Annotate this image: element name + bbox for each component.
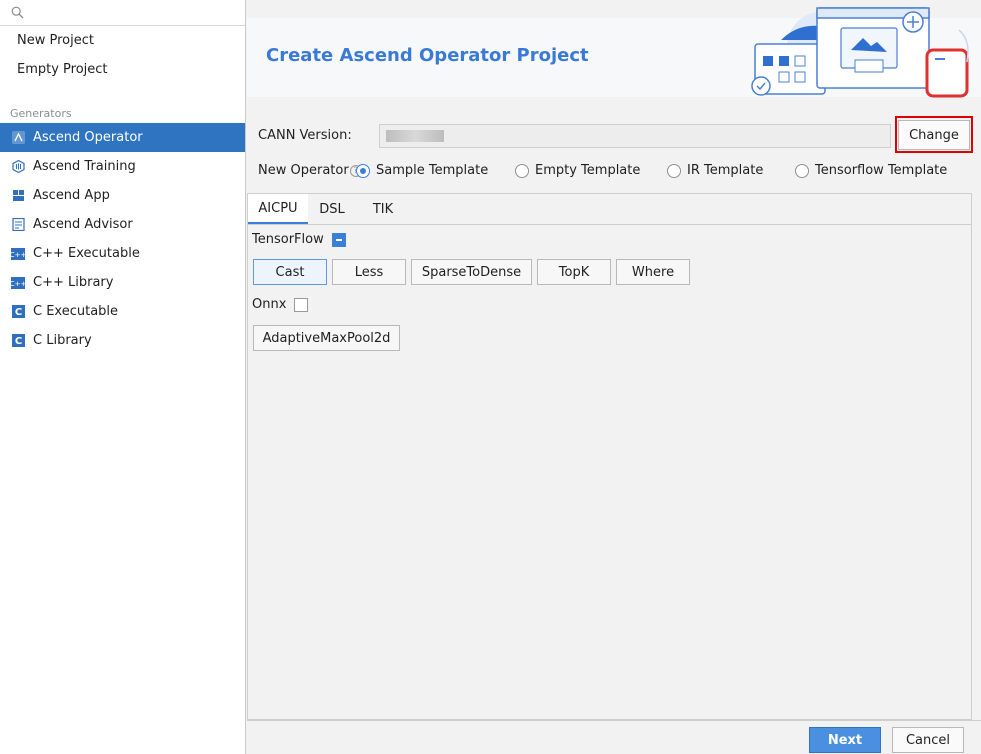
tab-content-aicpu: TensorFlow Cast Less SparseToDense TopK … bbox=[248, 225, 971, 719]
cpp-icon: C++ bbox=[11, 276, 25, 290]
group-tensorflow: TensorFlow bbox=[252, 232, 346, 247]
new-project-item[interactable]: New Project bbox=[0, 26, 245, 55]
tensorflow-checkbox[interactable] bbox=[331, 232, 346, 247]
sidebar-item-ascend-operator[interactable]: Ascend Operator bbox=[0, 123, 245, 152]
operator-tab-panel: AICPU DSL TIK TensorFlow Cast Less Spars… bbox=[247, 193, 972, 720]
sidebar-item-label: C Executable bbox=[33, 304, 119, 319]
radio-button-checked[interactable] bbox=[356, 163, 370, 178]
new-operator-row: New Operator ? Sample Template Empty Tem… bbox=[258, 163, 978, 178]
sidebar-item-c-executable[interactable]: C C Executable bbox=[0, 297, 245, 326]
radio-empty-template[interactable]: Empty Template bbox=[515, 163, 640, 178]
radio-label: Tensorflow Template bbox=[815, 163, 948, 178]
op-button-where[interactable]: Where bbox=[616, 259, 690, 285]
banner-illustration bbox=[751, 7, 969, 98]
sidebar-item-cpp-executable[interactable]: C++ C++ Executable bbox=[0, 239, 245, 268]
sidebar-item-label: C Library bbox=[33, 333, 92, 348]
cann-version-label: CANN Version: bbox=[258, 128, 352, 143]
empty-project-item[interactable]: Empty Project bbox=[0, 55, 245, 84]
group-label: Onnx bbox=[252, 297, 287, 312]
radio-button[interactable] bbox=[667, 163, 681, 178]
sidebar-item-cpp-library[interactable]: C++ C++ Library bbox=[0, 268, 245, 297]
cann-version-value-redacted bbox=[386, 130, 444, 142]
sidebar-item-label: C++ Library bbox=[33, 275, 114, 290]
cann-version-field bbox=[379, 124, 891, 148]
op-button-sparsetodense[interactable]: SparseToDense bbox=[411, 259, 532, 285]
onnx-checkbox[interactable] bbox=[294, 297, 309, 312]
sidebar-item-ascend-training[interactable]: Ascend Training bbox=[0, 152, 245, 181]
ascend-advisor-icon bbox=[11, 218, 25, 232]
op-button-cast[interactable]: Cast bbox=[253, 259, 327, 285]
next-button[interactable]: Next bbox=[809, 727, 881, 753]
tab-aicpu[interactable]: AICPU bbox=[248, 194, 308, 224]
dialog-footer: Next Cancel bbox=[247, 720, 981, 754]
radio-label: Sample Template bbox=[376, 163, 489, 178]
generators-heading: Generators bbox=[10, 107, 72, 120]
sidebar-item-label: Ascend Advisor bbox=[33, 217, 133, 232]
sidebar-item-label: Ascend Training bbox=[33, 159, 136, 174]
c-icon: C bbox=[11, 334, 25, 348]
op-button-less[interactable]: Less bbox=[332, 259, 406, 285]
cpp-icon: C++ bbox=[11, 247, 25, 261]
svg-text:C++: C++ bbox=[11, 280, 25, 288]
radio-ir-template[interactable]: IR Template bbox=[667, 163, 763, 178]
search-bar[interactable] bbox=[0, 0, 245, 26]
sidebar-item-ascend-app[interactable]: Ascend App bbox=[0, 181, 245, 210]
page-title: Create Ascend Operator Project bbox=[266, 45, 589, 66]
ascend-operator-icon bbox=[11, 131, 25, 145]
tab-strip: AICPU DSL TIK bbox=[248, 194, 971, 225]
radio-sample-template[interactable]: Sample Template bbox=[356, 163, 488, 178]
ascend-training-icon bbox=[11, 160, 25, 174]
generators-list: Ascend Operator Ascend Training Ascend A… bbox=[0, 123, 245, 355]
cancel-button[interactable]: Cancel bbox=[892, 727, 964, 753]
radio-button[interactable] bbox=[795, 163, 809, 178]
ascend-app-icon bbox=[11, 189, 25, 203]
sidebar-item-ascend-advisor[interactable]: Ascend Advisor bbox=[0, 210, 245, 239]
tab-dsl[interactable]: DSL bbox=[308, 194, 356, 224]
svg-text:C: C bbox=[14, 336, 21, 347]
tab-tik[interactable]: TIK bbox=[356, 194, 410, 224]
radio-label: IR Template bbox=[687, 163, 764, 178]
c-icon: C bbox=[11, 305, 25, 319]
search-icon[interactable] bbox=[11, 6, 24, 19]
new-operator-label: New Operator bbox=[258, 163, 349, 178]
op-button-topk[interactable]: TopK bbox=[537, 259, 611, 285]
svg-text:C: C bbox=[14, 307, 21, 318]
svg-text:C++: C++ bbox=[11, 251, 25, 259]
radio-tensorflow-template[interactable]: Tensorflow Template bbox=[795, 163, 947, 178]
sidebar-item-label: Ascend App bbox=[33, 188, 110, 203]
op-button-adaptivemaxpool2d[interactable]: AdaptiveMaxPool2d bbox=[253, 325, 400, 351]
sidebar-item-label: Ascend Operator bbox=[33, 130, 143, 145]
group-label: TensorFlow bbox=[252, 232, 324, 247]
main-panel: Create Ascend Operator Project CANN Vers… bbox=[247, 0, 981, 754]
group-onnx: Onnx bbox=[252, 297, 309, 312]
radio-label: Empty Template bbox=[535, 163, 641, 178]
sidebar: New Project Empty Project Generators Asc… bbox=[0, 0, 246, 754]
sidebar-item-label: C++ Executable bbox=[33, 246, 140, 261]
change-button[interactable]: Change bbox=[898, 120, 970, 150]
empty-project-label: Empty Project bbox=[17, 62, 108, 77]
sidebar-item-c-library[interactable]: C C Library bbox=[0, 326, 245, 355]
new-project-label: New Project bbox=[17, 33, 94, 48]
radio-button[interactable] bbox=[515, 163, 529, 178]
